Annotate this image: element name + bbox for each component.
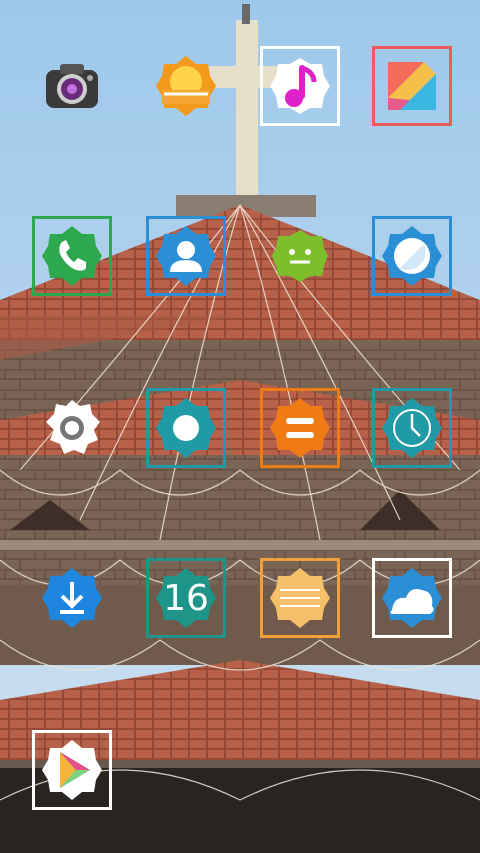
weather-cloud-icon <box>380 566 444 630</box>
app-weather[interactable] <box>372 558 452 638</box>
calendar-icon: 16 <box>154 566 218 630</box>
camera-icon <box>40 54 104 118</box>
gear-icon <box>40 396 104 460</box>
app-record[interactable] <box>146 388 226 468</box>
app-clock[interactable] <box>372 388 452 468</box>
app-downloads[interactable] <box>32 558 112 638</box>
contact-person-icon <box>154 224 218 288</box>
app-contacts[interactable] <box>146 216 226 296</box>
app-notes[interactable] <box>260 558 340 638</box>
app-calculator[interactable] <box>260 388 340 468</box>
play-store-icon <box>40 738 104 802</box>
app-play-store[interactable] <box>32 730 112 810</box>
calendar-day-number: 16 <box>163 577 209 619</box>
app-settings[interactable] <box>32 388 112 468</box>
app-camera[interactable] <box>32 46 112 126</box>
record-icon <box>154 396 218 460</box>
notes-icon <box>268 566 332 630</box>
app-android[interactable] <box>260 216 340 296</box>
app-gallery[interactable] <box>146 46 226 126</box>
themes-icon <box>380 54 444 118</box>
gallery-sunrise-icon <box>154 54 218 118</box>
music-note-icon <box>268 54 332 118</box>
app-themes[interactable] <box>372 46 452 126</box>
download-icon <box>40 566 104 630</box>
phone-icon <box>40 224 104 288</box>
android-icon <box>268 224 332 288</box>
clock-icon <box>380 396 444 460</box>
app-calendar[interactable]: 16 <box>146 558 226 638</box>
browser-icon <box>380 224 444 288</box>
app-phone[interactable] <box>32 216 112 296</box>
app-music[interactable] <box>260 46 340 126</box>
calculator-equals-icon <box>268 396 332 460</box>
app-browser[interactable] <box>372 216 452 296</box>
